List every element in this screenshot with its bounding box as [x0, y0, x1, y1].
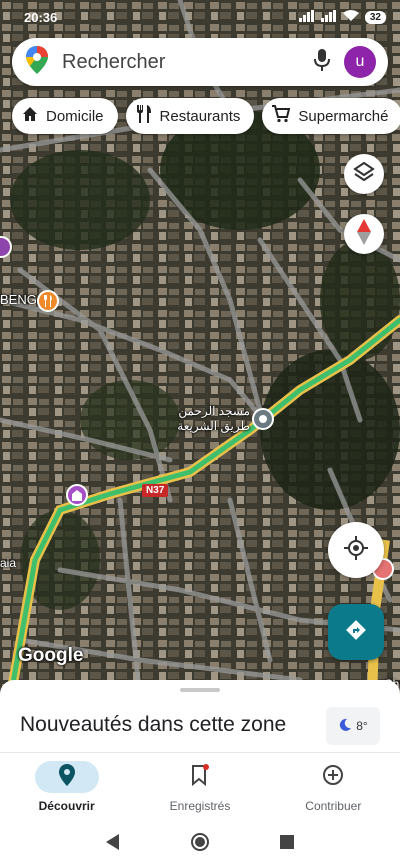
sheet-drag-handle[interactable] [180, 688, 220, 692]
weather-temperature: 8° [356, 719, 368, 733]
nav-label: Contribuer [305, 799, 362, 813]
layers-icon [353, 161, 375, 188]
add-circle-icon [322, 764, 344, 791]
nav-icon-container [34, 761, 99, 793]
home-circle-icon[interactable] [190, 832, 210, 857]
status-time: 20:36 [24, 9, 58, 25]
nav-contribuer[interactable]: Contribuer [267, 753, 400, 822]
chip-label: Domicile [46, 107, 104, 125]
mosque-place-label: مسجد الرحمن طريق الشريعة [166, 404, 250, 434]
road-badge-n37: N37 [142, 484, 169, 497]
layers-button[interactable] [344, 154, 384, 194]
directions-icon [345, 619, 367, 646]
landmark-icon [72, 490, 82, 501]
maps-screen: 20:36 32 Rechercher u Domicile Restauran… [0, 0, 400, 867]
signal-icon [298, 9, 315, 25]
weather-chip[interactable]: 8° [326, 707, 380, 745]
map-label-aia: aia [0, 556, 17, 570]
category-chips: Domicile Restaurants Supermarché [12, 98, 400, 134]
nav-icon-container [168, 761, 232, 793]
mosque-poi-marker[interactable] [252, 408, 274, 430]
recents-icon[interactable] [280, 835, 294, 854]
home-icon [22, 106, 38, 126]
chip-domicile[interactable]: Domicile [12, 98, 118, 134]
status-bar: 20:36 32 [0, 0, 400, 34]
restaurant-icon [136, 105, 152, 127]
microphone-icon[interactable] [314, 48, 330, 76]
chip-supermarche[interactable]: Supermarché [262, 98, 400, 134]
signal-icon-2 [320, 9, 337, 25]
back-icon[interactable] [106, 834, 120, 855]
place-name-line1: مسجد الرحمن [178, 404, 250, 418]
bookmark-icon [191, 763, 209, 791]
wifi-icon [342, 9, 359, 25]
place-name-line2: طريق الشريعة [177, 419, 250, 433]
crosshair-icon [344, 535, 368, 565]
system-navigation-bar [0, 822, 400, 867]
map-label-beng: BENG [0, 292, 37, 307]
mosque-poi-icon [259, 415, 267, 423]
sheet-title: Nouveautés dans cette zone [20, 713, 287, 736]
cart-icon [272, 105, 291, 127]
chip-restaurants[interactable]: Restaurants [125, 98, 255, 134]
bottom-navigation: Découvrir Enregistrés Contribuer [0, 752, 400, 822]
compass-icon [357, 218, 371, 250]
nav-label: Découvrir [38, 799, 95, 813]
explore-pin-icon [58, 763, 75, 791]
restaurant-poi-marker[interactable] [37, 290, 59, 312]
google-logo: Google [18, 645, 84, 666]
nav-decouvrir[interactable]: Découvrir [0, 753, 133, 822]
restaurant-poi-icon [44, 295, 52, 307]
my-location-button[interactable] [328, 522, 384, 578]
directions-button[interactable] [328, 604, 384, 660]
nav-label: Enregistrés [169, 799, 231, 813]
maps-logo-icon [26, 45, 48, 79]
search-bar[interactable]: Rechercher u [12, 38, 388, 86]
compass-button[interactable] [344, 214, 384, 254]
nav-icon-container [301, 761, 365, 793]
chip-label: Supermarché [298, 107, 389, 125]
battery-indicator: 32 [364, 10, 386, 24]
chip-label: Restaurants [159, 107, 241, 125]
avatar[interactable]: u [344, 46, 376, 78]
landmark-poi-marker[interactable] [66, 484, 88, 506]
search-input[interactable]: Rechercher [62, 51, 314, 74]
nav-enregistres[interactable]: Enregistrés [133, 753, 266, 822]
moon-icon [338, 718, 352, 735]
explore-bottom-sheet[interactable]: Nouveautés dans cette zone 8° [0, 680, 400, 760]
